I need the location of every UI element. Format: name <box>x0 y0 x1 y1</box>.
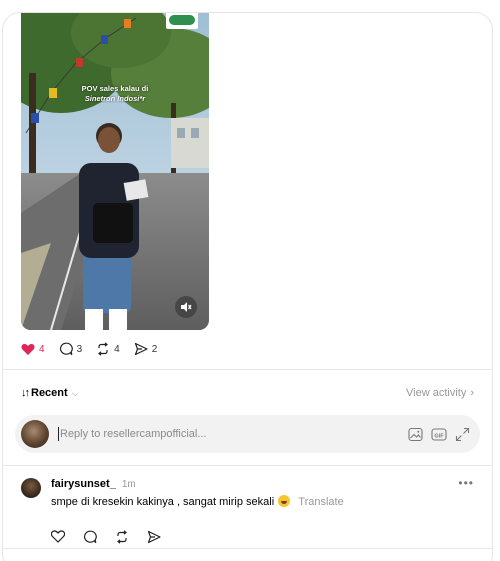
reply-input[interactable] <box>60 428 408 440</box>
like-button[interactable]: 4 <box>21 343 45 356</box>
avatar[interactable] <box>21 478 41 498</box>
comment-icon <box>59 342 73 356</box>
share-button[interactable]: 2 <box>134 342 158 356</box>
repost-icon[interactable] <box>115 530 129 544</box>
share-icon <box>134 342 148 356</box>
comment-timestamp: 1m <box>121 479 136 490</box>
sort-icon: ↓↑ <box>21 387 30 399</box>
avatar <box>21 420 49 448</box>
channel-logo <box>166 13 198 29</box>
grin-emoji-icon <box>278 495 291 507</box>
replies-header: ↓↑ Recent ⌵ View activity › <box>21 385 474 401</box>
post-actions: 4 3 4 2 <box>21 339 171 359</box>
view-activity-link[interactable]: View activity › <box>406 387 474 399</box>
video-caption: POV sales kalau di Sinetron Indosi*r <box>21 84 209 104</box>
divider <box>3 548 492 549</box>
comment-body: smpe di kresekin kakinya , sangat mirip … <box>51 495 344 508</box>
divider <box>3 369 492 370</box>
comment-icon[interactable] <box>83 530 97 544</box>
share-icon[interactable] <box>147 530 161 544</box>
sort-label: Recent <box>31 387 68 399</box>
reply-tools: GIF <box>408 427 470 442</box>
sort-dropdown[interactable]: ↓↑ Recent ⌵ <box>21 387 79 399</box>
gif-icon[interactable]: GIF <box>431 427 447 442</box>
video-frame <box>21 13 209 330</box>
comment-text: smpe di kresekin kakinya , sangat mirip … <box>51 496 275 508</box>
text-caret <box>58 427 59 441</box>
chevron-down-icon: ⌵ <box>71 387 79 398</box>
translate-link[interactable]: Translate <box>298 496 343 508</box>
expand-icon[interactable] <box>455 427 470 442</box>
heart-icon <box>21 343 35 355</box>
like-count: 4 <box>39 343 45 355</box>
repost-button[interactable]: 4 <box>96 342 120 356</box>
comment-button[interactable]: 3 <box>59 342 83 356</box>
repost-icon <box>98 342 109 356</box>
divider <box>3 465 492 466</box>
post-video[interactable]: POV sales kalau di Sinetron Indosi*r <box>21 13 209 330</box>
post-card: POV sales kalau di Sinetron Indosi*r 4 3 <box>2 12 493 561</box>
comment-count: 3 <box>76 343 83 355</box>
video-caption-line2: Sinetron Indosi*r <box>84 94 146 103</box>
mute-icon <box>181 302 192 312</box>
mute-button[interactable] <box>175 296 197 318</box>
view-activity-label: View activity <box>406 387 467 399</box>
comment-header: fairysunset_ 1m <box>51 478 136 490</box>
share-count: 2 <box>151 343 158 355</box>
repost-count: 4 <box>114 343 120 355</box>
chevron-right-icon: › <box>470 387 474 399</box>
comment-username[interactable]: fairysunset_ <box>51 478 116 490</box>
video-caption-line1: POV sales kalau di <box>81 84 149 93</box>
svg-text:GIF: GIF <box>434 433 444 439</box>
comment-actions <box>51 530 161 544</box>
image-icon[interactable] <box>408 427 423 442</box>
more-icon[interactable]: ••• <box>458 476 474 490</box>
reply-bar: GIF <box>15 415 480 453</box>
heart-icon[interactable] <box>51 530 65 543</box>
